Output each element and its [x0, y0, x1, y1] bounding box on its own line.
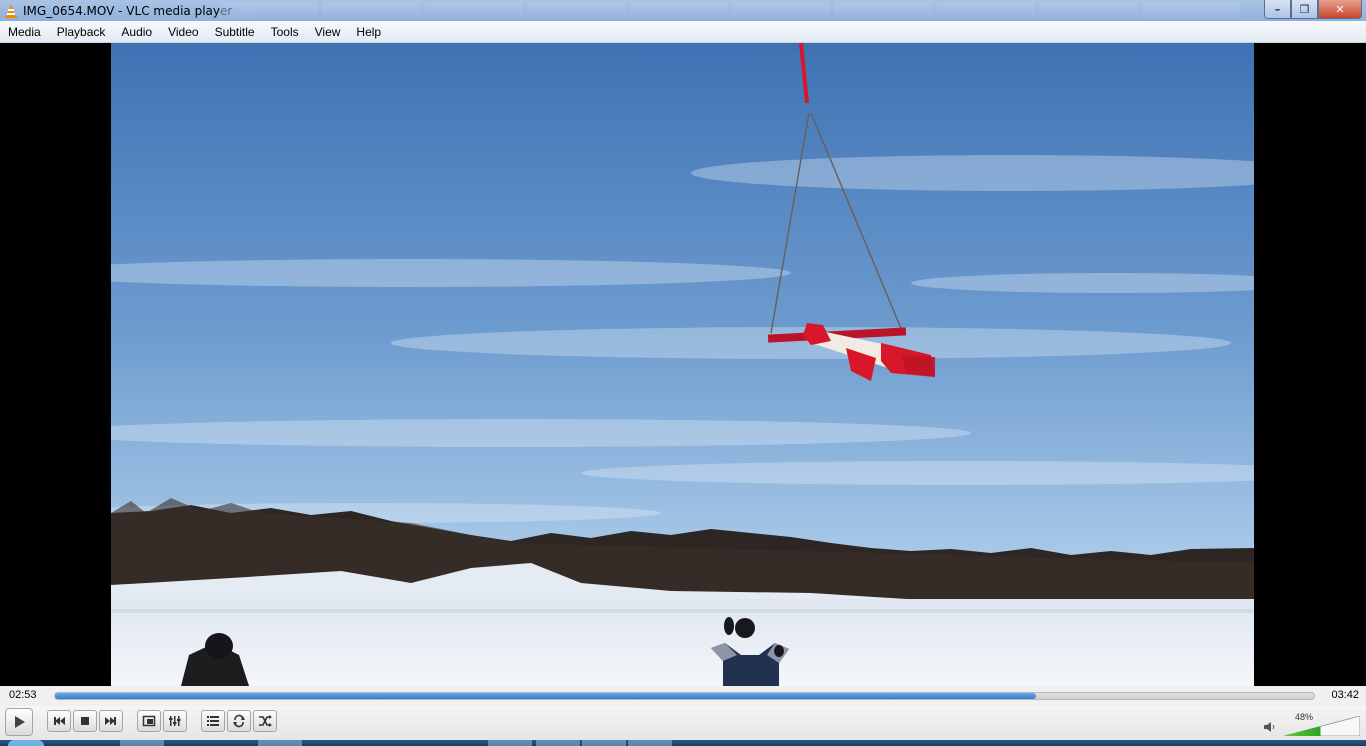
- menu-media[interactable]: Media: [0, 21, 49, 43]
- minimize-button[interactable]: –: [1264, 0, 1291, 19]
- taskbar-item[interactable]: [628, 740, 672, 746]
- os-taskbar: [0, 740, 1366, 746]
- vlc-cone-icon: [5, 3, 17, 18]
- taskbar-item[interactable]: [488, 740, 532, 746]
- stop-icon: [81, 717, 89, 725]
- random-button[interactable]: [253, 710, 277, 732]
- next-icon: [105, 717, 116, 725]
- play-button[interactable]: [5, 708, 33, 736]
- elapsed-time[interactable]: 02:53: [9, 689, 37, 701]
- taskbar-item[interactable]: [536, 740, 580, 746]
- video-frame[interactable]: [111, 43, 1254, 686]
- close-button[interactable]: ✕: [1318, 0, 1362, 19]
- background-windows: [220, 2, 1241, 19]
- menu-playback[interactable]: Playback: [49, 21, 114, 43]
- playlist-icon: [207, 716, 219, 726]
- previous-icon: [54, 717, 65, 725]
- menu-subtitle[interactable]: Subtitle: [207, 21, 263, 43]
- stop-button[interactable]: [73, 710, 97, 732]
- title-bar[interactable]: IMG_0654.MOV - VLC media player – ❐ ✕: [0, 0, 1366, 21]
- playlist-button[interactable]: [201, 710, 225, 732]
- extended-settings-button[interactable]: [163, 710, 187, 732]
- loop-button[interactable]: [227, 710, 251, 732]
- total-time[interactable]: 03:42: [1331, 689, 1359, 701]
- equalizer-icon: [169, 716, 181, 726]
- maximize-button[interactable]: ❐: [1291, 0, 1318, 19]
- start-orb[interactable]: [8, 740, 44, 746]
- fullscreen-icon: [142, 715, 156, 727]
- window-title: IMG_0654.MOV - VLC media player: [23, 3, 233, 18]
- loop-icon: [233, 714, 245, 728]
- fullscreen-button[interactable]: [137, 710, 161, 732]
- menu-help[interactable]: Help: [348, 21, 389, 43]
- taskbar-item[interactable]: [120, 740, 164, 746]
- next-button[interactable]: [99, 710, 123, 732]
- menu-audio[interactable]: Audio: [113, 21, 160, 43]
- seek-progress: [55, 693, 1036, 699]
- menu-tools[interactable]: Tools: [263, 21, 307, 43]
- menu-video[interactable]: Video: [160, 21, 206, 43]
- menu-view[interactable]: View: [307, 21, 349, 43]
- taskbar-item[interactable]: [258, 740, 302, 746]
- seek-slider[interactable]: [54, 692, 1315, 700]
- taskbar-item[interactable]: [582, 740, 626, 746]
- play-icon: [15, 716, 25, 728]
- seek-row: 02:53 03:42: [0, 686, 1366, 706]
- shuffle-icon: [259, 715, 272, 727]
- menu-bar: Media Playback Audio Video Subtitle Tool…: [0, 21, 1366, 43]
- speaker-icon[interactable]: [1262, 720, 1276, 734]
- volume-control: 48%: [1262, 710, 1362, 736]
- volume-level: [1284, 716, 1321, 736]
- previous-button[interactable]: [47, 710, 71, 732]
- volume-slider[interactable]: [1284, 716, 1360, 736]
- controls-bar: 48%: [0, 706, 1366, 740]
- video-still: [111, 43, 1254, 686]
- video-area[interactable]: [0, 43, 1366, 686]
